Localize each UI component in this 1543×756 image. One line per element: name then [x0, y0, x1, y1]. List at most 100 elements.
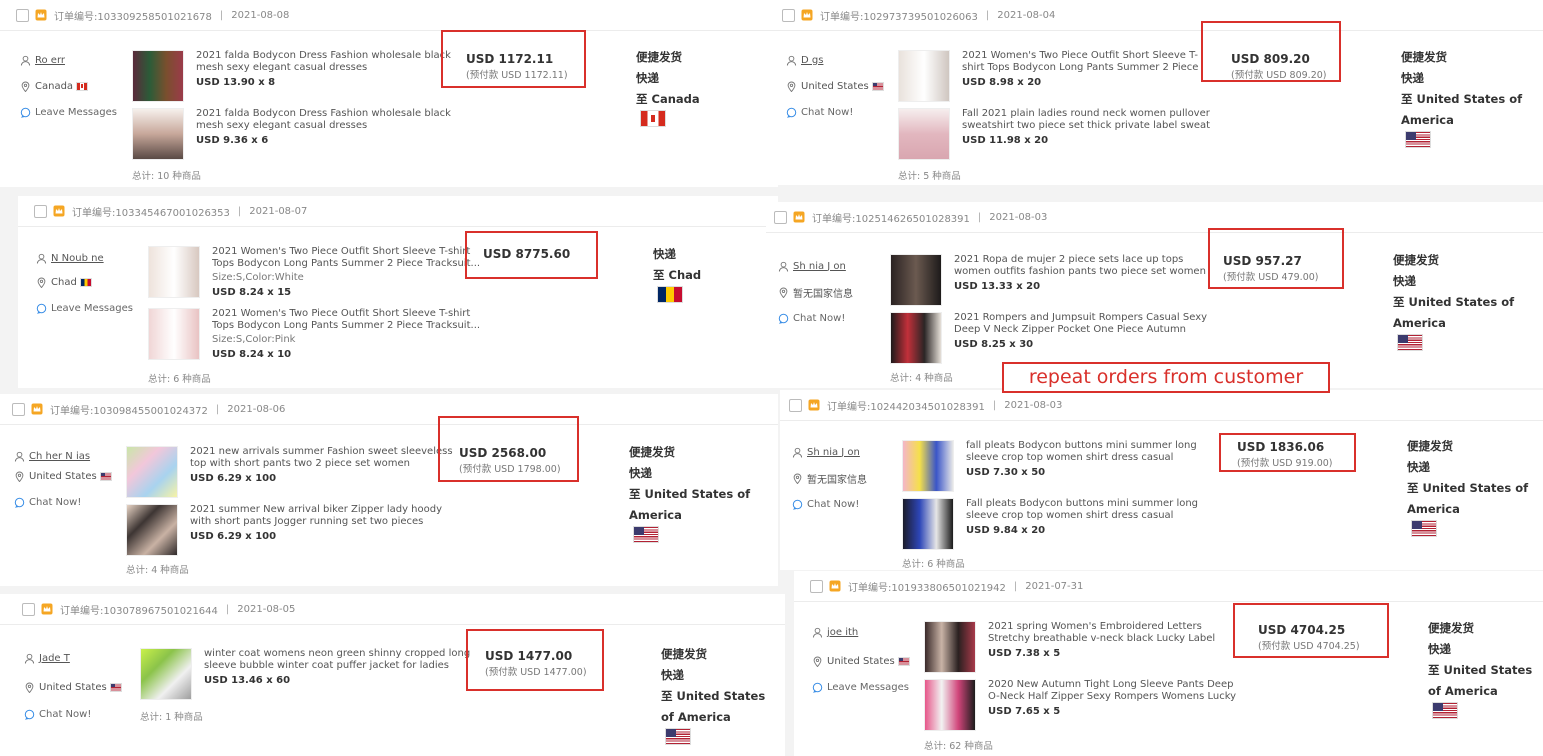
product-name[interactable]: 2021 Women's Two Piece Outfit Short Slee… [212, 246, 482, 270]
shipping-info: 便捷发货 快递 至 United States of America [1393, 250, 1523, 351]
order-header: 订单编号:102514626501028391 | 2021-08-03 [766, 202, 1543, 233]
chat-now-link[interactable]: Chat Now! [807, 499, 859, 510]
highlight-box [465, 231, 598, 279]
product-thumbnail[interactable] [148, 246, 200, 298]
product-thumbnail[interactable] [140, 648, 192, 700]
customer-name[interactable]: Sh nia J on [807, 447, 860, 458]
location-pin-icon [20, 81, 31, 92]
customer-name[interactable]: Sh nia J on [793, 261, 846, 272]
customer-country: Canada [35, 80, 74, 92]
customer-name[interactable]: joe ith [827, 627, 858, 638]
product-name[interactable]: 2021 falda Bodycon Dress Fashion wholesa… [196, 108, 466, 132]
highlight-box [438, 416, 579, 482]
product-thumbnail[interactable] [132, 50, 184, 102]
order-checkbox[interactable] [22, 602, 35, 616]
shipping-destination: 至 Chad [653, 268, 702, 282]
customer-name[interactable]: N Noub ne [51, 253, 104, 264]
chat-now-link[interactable]: Chat Now! [793, 313, 845, 324]
product-thumbnail[interactable] [924, 679, 976, 731]
chat-now-link[interactable]: Chat Now! [29, 497, 81, 508]
product-name[interactable]: 2021 Women's Two Piece Outfit Short Slee… [962, 50, 1217, 74]
product-name[interactable]: 2021 falda Bodycon Dress Fashion wholesa… [196, 50, 466, 74]
leave-messages-link[interactable]: Leave Messages [35, 107, 117, 118]
leave-messages-link[interactable]: Leave Messages [51, 303, 133, 314]
crown-icon [801, 9, 813, 21]
product-price: USD 6.29 x 100 [190, 531, 277, 542]
usa-flag-icon [1397, 334, 1423, 351]
user-icon [792, 447, 803, 458]
order-checkbox[interactable] [810, 579, 823, 593]
crown-icon [31, 403, 43, 415]
shipping-destination: 至 United States of America [1401, 92, 1523, 127]
customer-name[interactable]: Jade T [39, 653, 70, 664]
product-price: USD 13.46 x 60 [204, 675, 291, 686]
order-checkbox[interactable] [34, 204, 47, 218]
order-header: 订单编号:102973739501026063 | 2021-08-04 [766, 0, 1543, 31]
customer-info: Sh nia J on 暂无国家信息 Chat Now! [792, 444, 867, 512]
product-price: USD 6.29 x 100 [190, 473, 277, 484]
product-price: USD 8.24 x 10 [212, 349, 292, 360]
location-pin-icon [792, 473, 803, 484]
list-item: 2021 Women's Two Piece Outfit Short Slee… [148, 246, 482, 299]
leave-messages-link[interactable]: Leave Messages [827, 682, 909, 693]
order-checkbox[interactable] [774, 210, 787, 224]
chad-flag-icon [657, 286, 683, 303]
canada-flag-icon [640, 110, 666, 127]
product-thumbnail[interactable] [148, 308, 200, 360]
order-checkbox[interactable] [16, 8, 29, 22]
product-name[interactable]: Fall 2021 plain ladies round neck women … [962, 108, 1217, 132]
customer-name[interactable]: Ro err [35, 55, 65, 66]
product-name[interactable]: 2021 new arrivals summer Fashion sweet s… [190, 446, 460, 470]
product-name[interactable]: winter coat womens neon green shinny cro… [204, 648, 474, 672]
order-number: 订单编号:102973739501026063 [820, 11, 978, 23]
product-name[interactable]: 2021 summer New arrival biker Zipper lad… [190, 504, 460, 528]
user-icon [14, 451, 25, 462]
shipping-carrier: 快递 [1407, 460, 1430, 474]
product-thumbnail[interactable] [898, 108, 950, 160]
order-checkbox[interactable] [782, 8, 795, 22]
customer-name[interactable]: D gs [801, 55, 823, 66]
product-name[interactable]: 2021 Rompers and Jumpsuit Rompers Casual… [954, 312, 1214, 336]
user-icon [812, 627, 823, 638]
shipping-destination: 至 United States of America [1428, 663, 1533, 698]
shipping-info: 便捷发货 快递 至 United States of America [661, 644, 781, 745]
customer-name[interactable]: Ch her N ias [29, 451, 90, 462]
product-thumbnail[interactable] [898, 50, 950, 102]
usa-flag-icon [633, 526, 659, 543]
shipping-destination: 至 United States of America [1393, 295, 1515, 330]
product-thumbnail[interactable] [132, 108, 184, 160]
product-thumbnail[interactable] [902, 498, 954, 550]
chat-icon [778, 313, 789, 324]
shipping-method: 便捷发货 [629, 445, 675, 459]
order-date: 2021-08-04 [997, 9, 1056, 21]
chat-now-link[interactable]: Chat Now! [39, 709, 91, 720]
shipping-method: 便捷发货 [1393, 253, 1439, 267]
product-name[interactable]: 2020 New Autumn Tight Long Sleeve Pants … [988, 679, 1243, 703]
order-number: 订单编号:102442034501028391 [827, 401, 985, 413]
order-number: 订单编号:103098455001024372 [50, 405, 208, 417]
list-item: Fall pleats Bodycon buttons mini summer … [902, 498, 1221, 550]
product-thumbnail[interactable] [890, 312, 942, 364]
product-thumbnail[interactable] [126, 504, 178, 556]
list-item: 2021 Ropa de mujer 2 piece sets lace up … [890, 254, 1214, 306]
list-item: 2021 summer New arrival biker Zipper lad… [126, 504, 460, 556]
list-item: Fall 2021 plain ladies round neck women … [898, 108, 1217, 160]
product-name[interactable]: fall pleats Bodycon buttons mini summer … [966, 440, 1221, 464]
product-name[interactable]: 2021 spring Women's Embroidered Letters … [988, 621, 1243, 645]
product-thumbnail[interactable] [924, 621, 976, 673]
shipping-carrier: 快递 [636, 71, 659, 85]
order-checkbox[interactable] [12, 402, 25, 416]
product-thumbnail[interactable] [126, 446, 178, 498]
list-item: 2021 falda Bodycon Dress Fashion wholesa… [132, 108, 466, 160]
customer-country: 暂无国家信息 [807, 474, 867, 486]
product-name[interactable]: 2021 Women's Two Piece Outfit Short Slee… [212, 308, 482, 332]
product-name[interactable]: 2021 Ropa de mujer 2 piece sets lace up … [954, 254, 1214, 278]
product-thumbnail[interactable] [890, 254, 942, 306]
customer-country: United States [29, 470, 97, 482]
order-checkbox[interactable] [789, 398, 802, 412]
product-thumbnail[interactable] [902, 440, 954, 492]
product-name[interactable]: Fall pleats Bodycon buttons mini summer … [966, 498, 1221, 522]
product-price: USD 8.25 x 30 [954, 339, 1034, 350]
chat-now-link[interactable]: Chat Now! [801, 107, 853, 118]
shipping-info: 便捷发货 快递 至 Canada [636, 47, 786, 127]
